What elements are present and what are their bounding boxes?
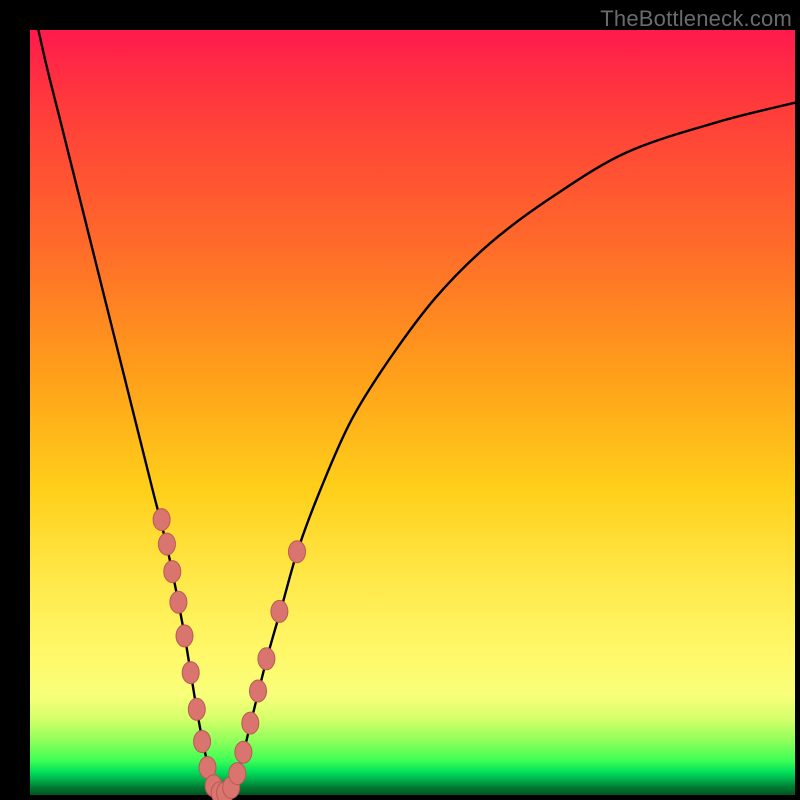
chart-frame: TheBottleneck.com xyxy=(0,0,800,800)
curve-marker xyxy=(164,561,181,583)
bottleneck-curve-svg xyxy=(30,30,795,795)
curve-marker xyxy=(176,625,193,647)
curve-marker xyxy=(188,698,205,720)
plot-area xyxy=(30,30,795,795)
curve-markers xyxy=(153,509,305,800)
curve-marker xyxy=(194,731,211,753)
curve-marker xyxy=(242,712,259,734)
curve-marker xyxy=(158,533,175,555)
curve-marker xyxy=(235,741,252,763)
watermark-text: TheBottleneck.com xyxy=(600,6,792,32)
curve-marker xyxy=(289,541,306,563)
bottleneck-curve xyxy=(30,0,795,794)
curve-marker xyxy=(153,509,170,531)
curve-marker xyxy=(258,648,275,670)
curve-marker xyxy=(182,662,199,684)
curve-marker xyxy=(229,763,246,785)
curve-marker xyxy=(271,600,288,622)
curve-marker xyxy=(170,591,187,613)
curve-marker xyxy=(250,680,267,702)
